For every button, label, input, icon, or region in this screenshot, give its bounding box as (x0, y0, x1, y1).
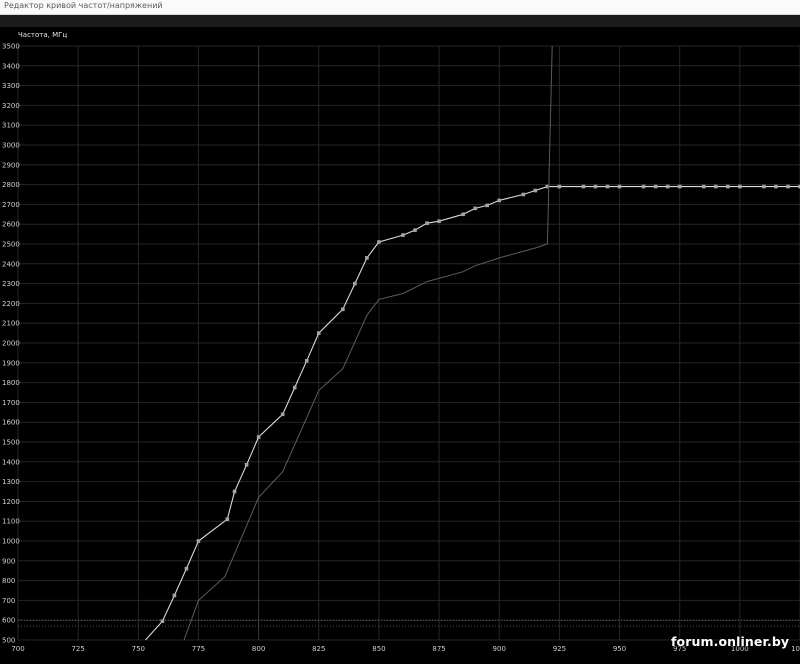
y-tick-label: 1300 (2, 478, 20, 486)
curve-point-marker (665, 184, 670, 189)
y-tick-label: 900 (2, 557, 15, 565)
curve-point-marker (292, 385, 297, 390)
curve-point-marker (485, 203, 489, 208)
curve-point-marker (256, 435, 261, 439)
curve-point-marker (521, 192, 526, 197)
curve-point-marker (473, 206, 477, 211)
y-tick-label: 1100 (2, 518, 20, 526)
curve-point-marker (304, 359, 309, 363)
curve-point-marker (593, 184, 598, 189)
curve-point-marker (738, 184, 742, 189)
y-axis-label: Частота, МГц (18, 31, 67, 39)
y-tick-label: 2600 (2, 221, 20, 229)
curve-point-marker (617, 184, 622, 189)
vf-curve-chart[interactable]: Частота, МГц 500 600 700 800 900 1000 1100 1200… (0, 27, 800, 664)
curve-point-marker (413, 228, 417, 232)
curve-point-marker (225, 517, 230, 522)
x-tick-label: 900 (493, 645, 506, 653)
y-tick-label: 3300 (2, 82, 20, 90)
y-tick-label: 3500 (2, 43, 20, 51)
curve-point-marker (401, 233, 405, 237)
x-tick-label: 725 (71, 645, 84, 653)
curve-point-marker (497, 198, 502, 203)
curve-point-marker (533, 188, 538, 193)
curve-point-marker (232, 489, 237, 494)
y-tick-label: 1200 (2, 498, 20, 506)
curve-point-marker (713, 184, 718, 189)
y-tick-label: 1700 (2, 399, 20, 407)
curve-point-marker (160, 619, 165, 623)
y-tick-label: 2200 (2, 300, 20, 308)
y-tick-label: 2500 (2, 241, 20, 249)
y-tick-label: 1900 (2, 359, 20, 367)
y-tick-label: 2800 (2, 181, 20, 189)
y-tick-label: 1000 (2, 538, 20, 546)
curve-point-marker (377, 240, 381, 244)
y-tick-label: 1500 (2, 439, 20, 447)
watermark: forum.onliner.by (671, 634, 790, 649)
x-tick-label: 925 (553, 645, 566, 653)
x-tick-label: 875 (432, 645, 445, 653)
curve-point-marker (280, 412, 285, 417)
y-tick-label: 600 (2, 617, 15, 625)
curve-point-marker (762, 184, 766, 189)
curve-point-marker (726, 184, 730, 189)
x-tick-label: 800 (252, 645, 265, 653)
y-tick-label: 2300 (2, 280, 20, 288)
title-bar: Редактор кривой частот/напряжений (0, 0, 800, 15)
y-tick-label: 500 (2, 637, 15, 645)
curve-point-marker (196, 539, 201, 543)
x-tick-label: 1025 (791, 645, 800, 653)
x-tick-label: 700 (11, 645, 24, 653)
y-tick-label: 2100 (2, 320, 20, 328)
y-tick-label: 3100 (2, 122, 20, 130)
curve-point-marker (653, 184, 658, 189)
curve-point-marker (581, 184, 586, 189)
y-tick-label: 700 (2, 597, 15, 605)
curve-point-marker (437, 219, 441, 224)
x-tick-label: 850 (372, 645, 385, 653)
y-tick-label: 1600 (2, 419, 20, 427)
window-title: Редактор кривой частот/напряжений (4, 1, 163, 10)
grid (17, 45, 800, 641)
toolbar-strip (0, 15, 800, 27)
curve-point-marker (341, 307, 345, 312)
y-tick-label: 2900 (2, 161, 20, 169)
curve-point-marker (774, 184, 778, 189)
edited-curve-line (145, 186, 800, 640)
x-tick-label: 950 (613, 645, 626, 653)
y-tick-label: 3200 (2, 102, 20, 110)
x-tick-label: 750 (132, 645, 145, 653)
curve-point-marker (425, 221, 429, 226)
x-tick-label: 775 (192, 645, 205, 653)
y-tick-label: 3400 (2, 62, 20, 70)
y-tick-label: 2700 (2, 201, 20, 209)
curve-point-marker (353, 281, 357, 286)
curve-point-marker (316, 331, 321, 335)
curve-point-marker (461, 212, 465, 217)
y-tick-label: 1400 (2, 458, 20, 466)
tick-labels: 500 600 700 800 900 1000 1100 1200 1300 1400 1500 1… (2, 43, 800, 654)
curve-point-marker (184, 566, 189, 571)
y-tick-label: 1800 (2, 379, 20, 387)
curve-point-marker (172, 593, 177, 598)
y-tick-label: 2400 (2, 260, 20, 268)
curve-point-marker (641, 184, 646, 189)
curve-point-marker (677, 184, 682, 189)
curve-point-marker (557, 184, 562, 189)
curve-point-marker (786, 184, 790, 189)
curve-point-marker (244, 462, 249, 467)
curve-point-marker (605, 184, 610, 189)
y-tick-label: 800 (2, 577, 15, 585)
y-tick-label: 2000 (2, 340, 20, 348)
curve-point-marker (701, 184, 706, 189)
x-tick-label: 825 (312, 645, 325, 653)
curve-point-marker (365, 256, 369, 260)
y-tick-label: 3000 (2, 142, 20, 150)
